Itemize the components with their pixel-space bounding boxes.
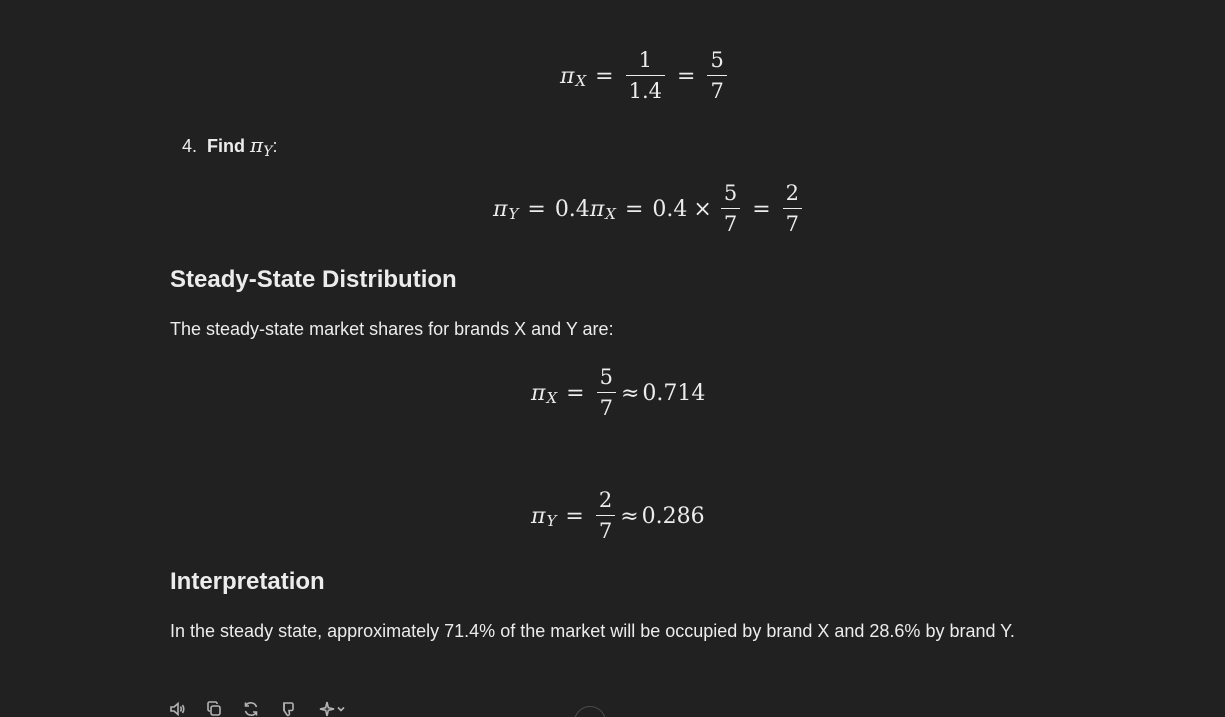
numerator: 2 <box>785 181 800 205</box>
equation-pi-y-solve: πY = 0.4 π X = 0.4 × 5 7 = 2 7 <box>493 183 805 235</box>
equation-pi-y-result: πY = 2 7 ≈ 0.286 <box>531 490 705 542</box>
denominator: 7 <box>599 396 613 420</box>
fraction: 5 7 <box>720 181 741 236</box>
step-4: 4. Find πY: <box>182 133 278 160</box>
interpretation-body: In the steady state, approximately 71.4%… <box>170 621 1015 641</box>
denominator: 7 <box>710 79 724 103</box>
fraction: 1 1.4 <box>625 48 665 103</box>
chat-response: πX = 1 1.4 = 5 7 4. Find πY: πY = 0.4 π X =… <box>0 0 1225 717</box>
approx-sign: ≈ <box>620 380 640 406</box>
pi-symbol: π <box>493 196 508 222</box>
copy-icon <box>207 701 221 716</box>
equation-pi-x-result: πX = 5 7 ≈ 0.714 <box>531 367 705 419</box>
equals-sign: = <box>677 63 696 89</box>
coefficient: 0.4 <box>554 196 590 222</box>
pi-symbol: π <box>531 380 546 406</box>
coefficient: 0.4 <box>652 196 688 222</box>
copy-button[interactable] <box>205 700 223 717</box>
model-switch-button[interactable] <box>316 700 348 717</box>
subscript-y: Y <box>546 512 557 530</box>
equals-sign: = <box>566 380 585 406</box>
speaker-icon <box>170 701 185 717</box>
value-x: 0.714 <box>642 380 706 406</box>
section-heading-steady-state: Steady-State Distribution <box>170 266 457 293</box>
denominator: 1.4 <box>628 79 662 103</box>
fraction: 5 7 <box>707 48 727 103</box>
subscript-x: X <box>605 205 616 223</box>
fraction: 2 7 <box>595 488 616 543</box>
equation-pi-x-solve: πX = 1 1.4 = 5 7 <box>560 50 730 102</box>
subscript-x: X <box>575 72 587 90</box>
fraction: 2 7 <box>782 181 803 236</box>
equals-sign: = <box>752 196 771 222</box>
message-action-toolbar <box>168 700 348 717</box>
subscript-x: X <box>546 389 558 407</box>
approx-sign: ≈ <box>620 503 639 529</box>
equals-sign: = <box>527 196 546 222</box>
section-heading-interpretation: Interpretation <box>170 568 325 595</box>
chevron-down-icon <box>337 706 345 712</box>
thumbs-down-icon <box>283 702 294 717</box>
thumbs-down-button[interactable] <box>279 700 297 717</box>
equals-sign: = <box>624 196 644 222</box>
regenerate-icon <box>244 702 258 716</box>
pi-symbol: π <box>560 63 575 89</box>
sparkle-icon <box>319 701 335 717</box>
value-y: 0.286 <box>641 503 705 529</box>
numerator: 5 <box>723 181 738 205</box>
steady-state-intro: The steady-state market shares for brand… <box>170 319 614 339</box>
subscript-y: Y <box>263 144 273 160</box>
numerator: 2 <box>598 488 613 512</box>
equals-sign: = <box>595 63 614 89</box>
equals-sign: = <box>565 503 584 529</box>
numerator: 1 <box>638 48 652 72</box>
denominator: 7 <box>785 212 800 236</box>
fraction: 5 7 <box>596 365 616 420</box>
denominator: 7 <box>598 519 613 543</box>
pi-symbol: π <box>531 503 546 529</box>
list-number: 4. <box>182 136 198 156</box>
denominator: 7 <box>723 212 738 236</box>
numerator: 5 <box>710 48 724 72</box>
read-aloud-button[interactable] <box>168 700 186 717</box>
regenerate-button[interactable] <box>242 700 260 717</box>
step-label: Find <box>207 136 246 156</box>
numerator: 5 <box>599 365 613 389</box>
colon: : <box>272 136 278 156</box>
scroll-to-bottom-button[interactable] <box>574 706 606 717</box>
pi-symbol: π <box>589 196 605 222</box>
times-sign: × <box>693 196 712 222</box>
subscript-y: Y <box>508 205 519 223</box>
pi-symbol: π <box>250 133 264 157</box>
